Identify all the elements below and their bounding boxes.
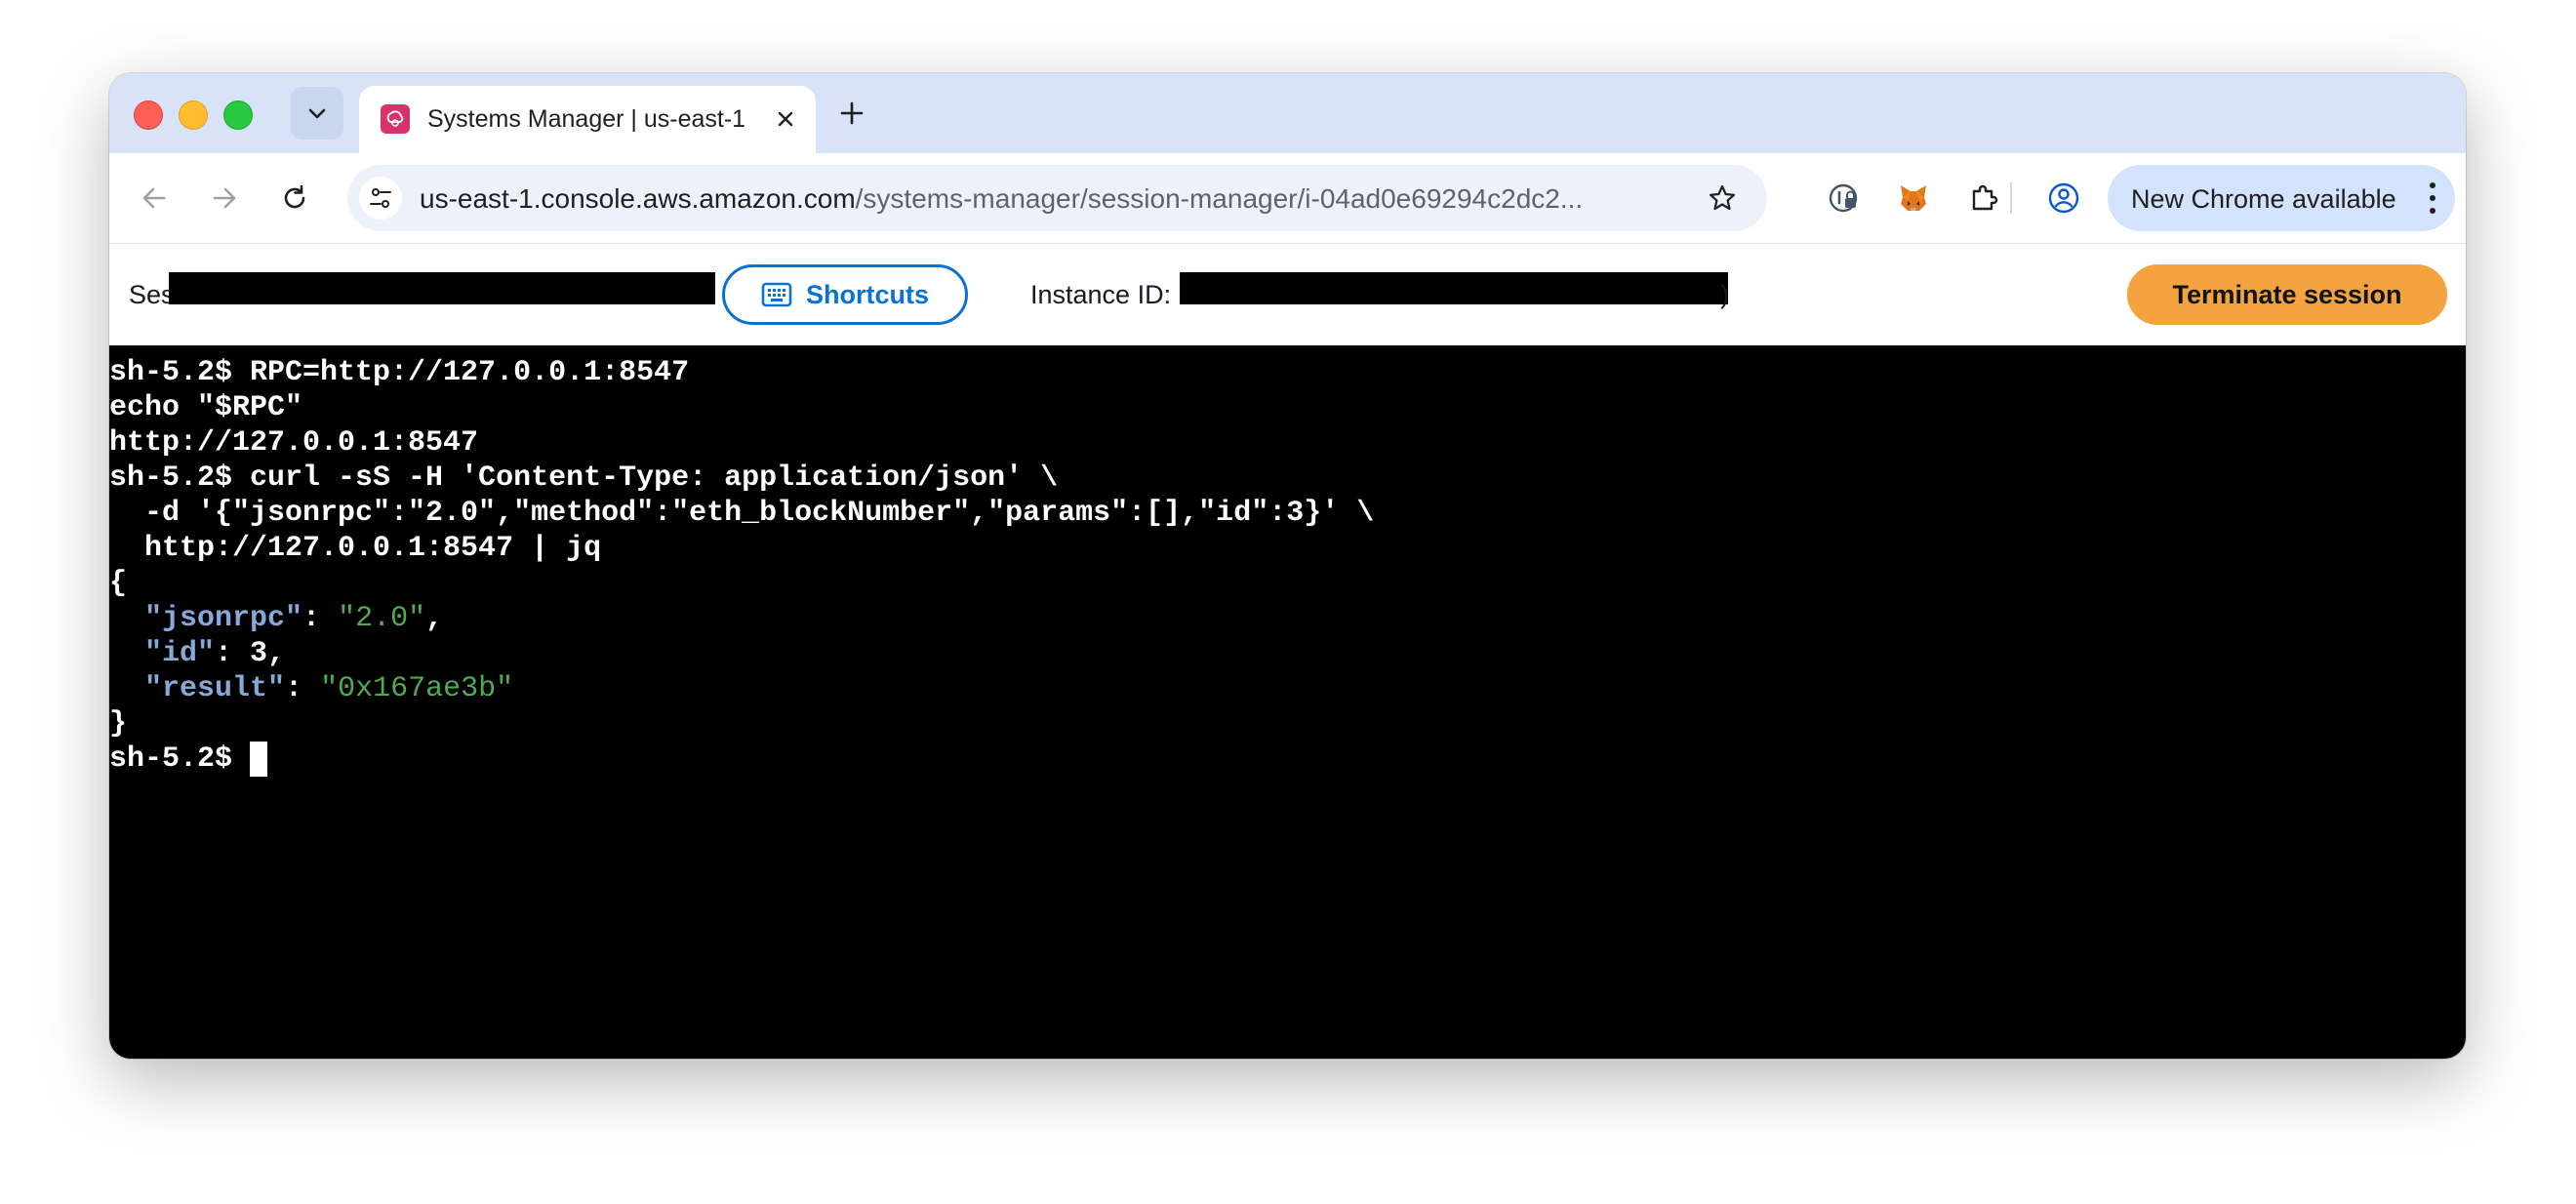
instance-id-suffix: ) — [1720, 280, 1729, 309]
plus-icon — [840, 101, 864, 125]
json-key: "result" — [144, 672, 286, 705]
json-separator: : — [215, 637, 251, 670]
terminal-prompt: sh-5.2$ — [109, 742, 251, 776]
shortcuts-label: Shortcuts — [805, 279, 929, 309]
json-string-value: "2.0" — [338, 602, 426, 635]
instance-id-label: Instance ID: — [1030, 280, 1172, 309]
tune-icon — [370, 188, 391, 208]
profile-button[interactable] — [2039, 174, 2088, 222]
chevron-down-icon — [308, 108, 326, 119]
json-entry-jsonrpc: "jsonrpc": "2.0", — [109, 601, 1374, 636]
extensions-button[interactable] — [1959, 174, 2008, 222]
json-separator: : — [302, 602, 339, 635]
url-path: /systems-manager/session-manager/i-04ad0… — [855, 183, 1584, 214]
aws-systems-manager-icon — [381, 104, 410, 134]
json-entry-id: "id": 3, — [109, 636, 1374, 671]
window-close-button[interactable] — [134, 100, 163, 130]
json-key: "id" — [144, 637, 216, 670]
more-vert-icon — [2428, 182, 2437, 214]
url-host: us-east-1.console.aws.amazon.com — [420, 183, 856, 214]
puzzle-piece-icon — [1972, 184, 1998, 211]
json-key: "jsonrpc" — [144, 602, 303, 635]
redacted-instance-id — [1180, 272, 1728, 304]
password-lock-icon — [1829, 183, 1858, 213]
reload-button[interactable] — [271, 175, 318, 221]
json-number-value: 3 — [250, 637, 268, 670]
browser-toolbar: us-east-1.console.aws.amazon.com/systems… — [109, 153, 2466, 244]
metamask-extension-button[interactable] — [1889, 174, 1938, 222]
account-circle-icon — [2048, 182, 2079, 214]
json-separator: : — [285, 672, 321, 705]
terminate-session-button[interactable]: Terminate session — [2127, 264, 2447, 325]
terminal-line: sh-5.2$ RPC=http://127.0.0.1:8547 — [109, 356, 690, 389]
fox-icon — [1901, 185, 1926, 211]
terminal-line: http://127.0.0.1:8547 — [109, 426, 479, 460]
star-icon — [1709, 184, 1736, 211]
terminate-session-label: Terminate session — [2172, 279, 2402, 309]
terminal-line: { — [109, 567, 128, 600]
terminal-output: sh-5.2$ RPC=http://127.0.0.1:8547 echo "… — [109, 355, 1374, 777]
arrow-right-icon — [213, 187, 236, 209]
new-chrome-available-button[interactable]: New Chrome available — [2108, 165, 2455, 231]
terminal[interactable]: sh-5.2$ RPC=http://127.0.0.1:8547 echo "… — [109, 345, 2466, 1059]
tab-systems-manager[interactable]: Systems Manager | us-east-1 — [359, 86, 816, 153]
terminal-cursor — [250, 742, 268, 777]
json-entry-result: "result": "0x167ae3b" — [109, 671, 1374, 706]
address-bar[interactable]: us-east-1.console.aws.amazon.com/systems… — [347, 165, 1767, 231]
shortcuts-button[interactable]: Shortcuts — [722, 264, 968, 325]
browser-window: Systems Manager | us-east-1 us-east-1.co… — [109, 73, 2466, 1059]
reload-icon — [284, 184, 305, 209]
redacted-session-id — [169, 272, 715, 304]
json-trailing-comma: , — [425, 602, 444, 635]
window-minimize-button[interactable] — [179, 100, 208, 130]
session-id-label: Ses — [129, 280, 175, 309]
back-button[interactable] — [131, 175, 178, 221]
new-tab-button[interactable] — [831, 93, 872, 134]
terminal-line: -d '{"jsonrpc":"2.0","method":"eth_block… — [109, 497, 1375, 530]
site-info-button[interactable] — [359, 177, 402, 220]
tab-search-button[interactable] — [291, 87, 343, 140]
tab-close-button[interactable] — [770, 103, 801, 135]
bookmark-button[interactable] — [1701, 177, 1744, 220]
terminal-line: } — [109, 707, 128, 741]
password-manager-extension-button[interactable] — [1819, 174, 1868, 222]
new-chrome-available-label: New Chrome available — [2131, 184, 2396, 214]
terminal-line: http://127.0.0.1:8547 | jq — [109, 532, 602, 565]
toolbar-divider — [2010, 182, 2012, 214]
forward-button[interactable] — [201, 175, 248, 221]
tab-strip: Systems Manager | us-east-1 — [109, 73, 2466, 153]
window-maximize-button[interactable] — [223, 100, 253, 130]
terminal-line: echo "$RPC" — [109, 391, 303, 424]
tab-title: Systems Manager | us-east-1 — [427, 105, 746, 133]
url-text: us-east-1.console.aws.amazon.com/systems… — [420, 183, 1688, 215]
terminal-prompt-line[interactable]: sh-5.2$ — [109, 742, 1374, 777]
json-string-value: "0x167ae3b" — [320, 672, 514, 705]
session-manager-header: Ses Shortcuts Instance ID: ) Terminate s… — [109, 244, 2466, 345]
json-trailing-comma: , — [267, 637, 286, 670]
keyboard-icon — [761, 282, 792, 307]
arrow-left-icon — [142, 187, 166, 209]
close-icon — [778, 111, 793, 127]
terminal-line: sh-5.2$ curl -sS -H 'Content-Type: appli… — [109, 462, 1059, 495]
